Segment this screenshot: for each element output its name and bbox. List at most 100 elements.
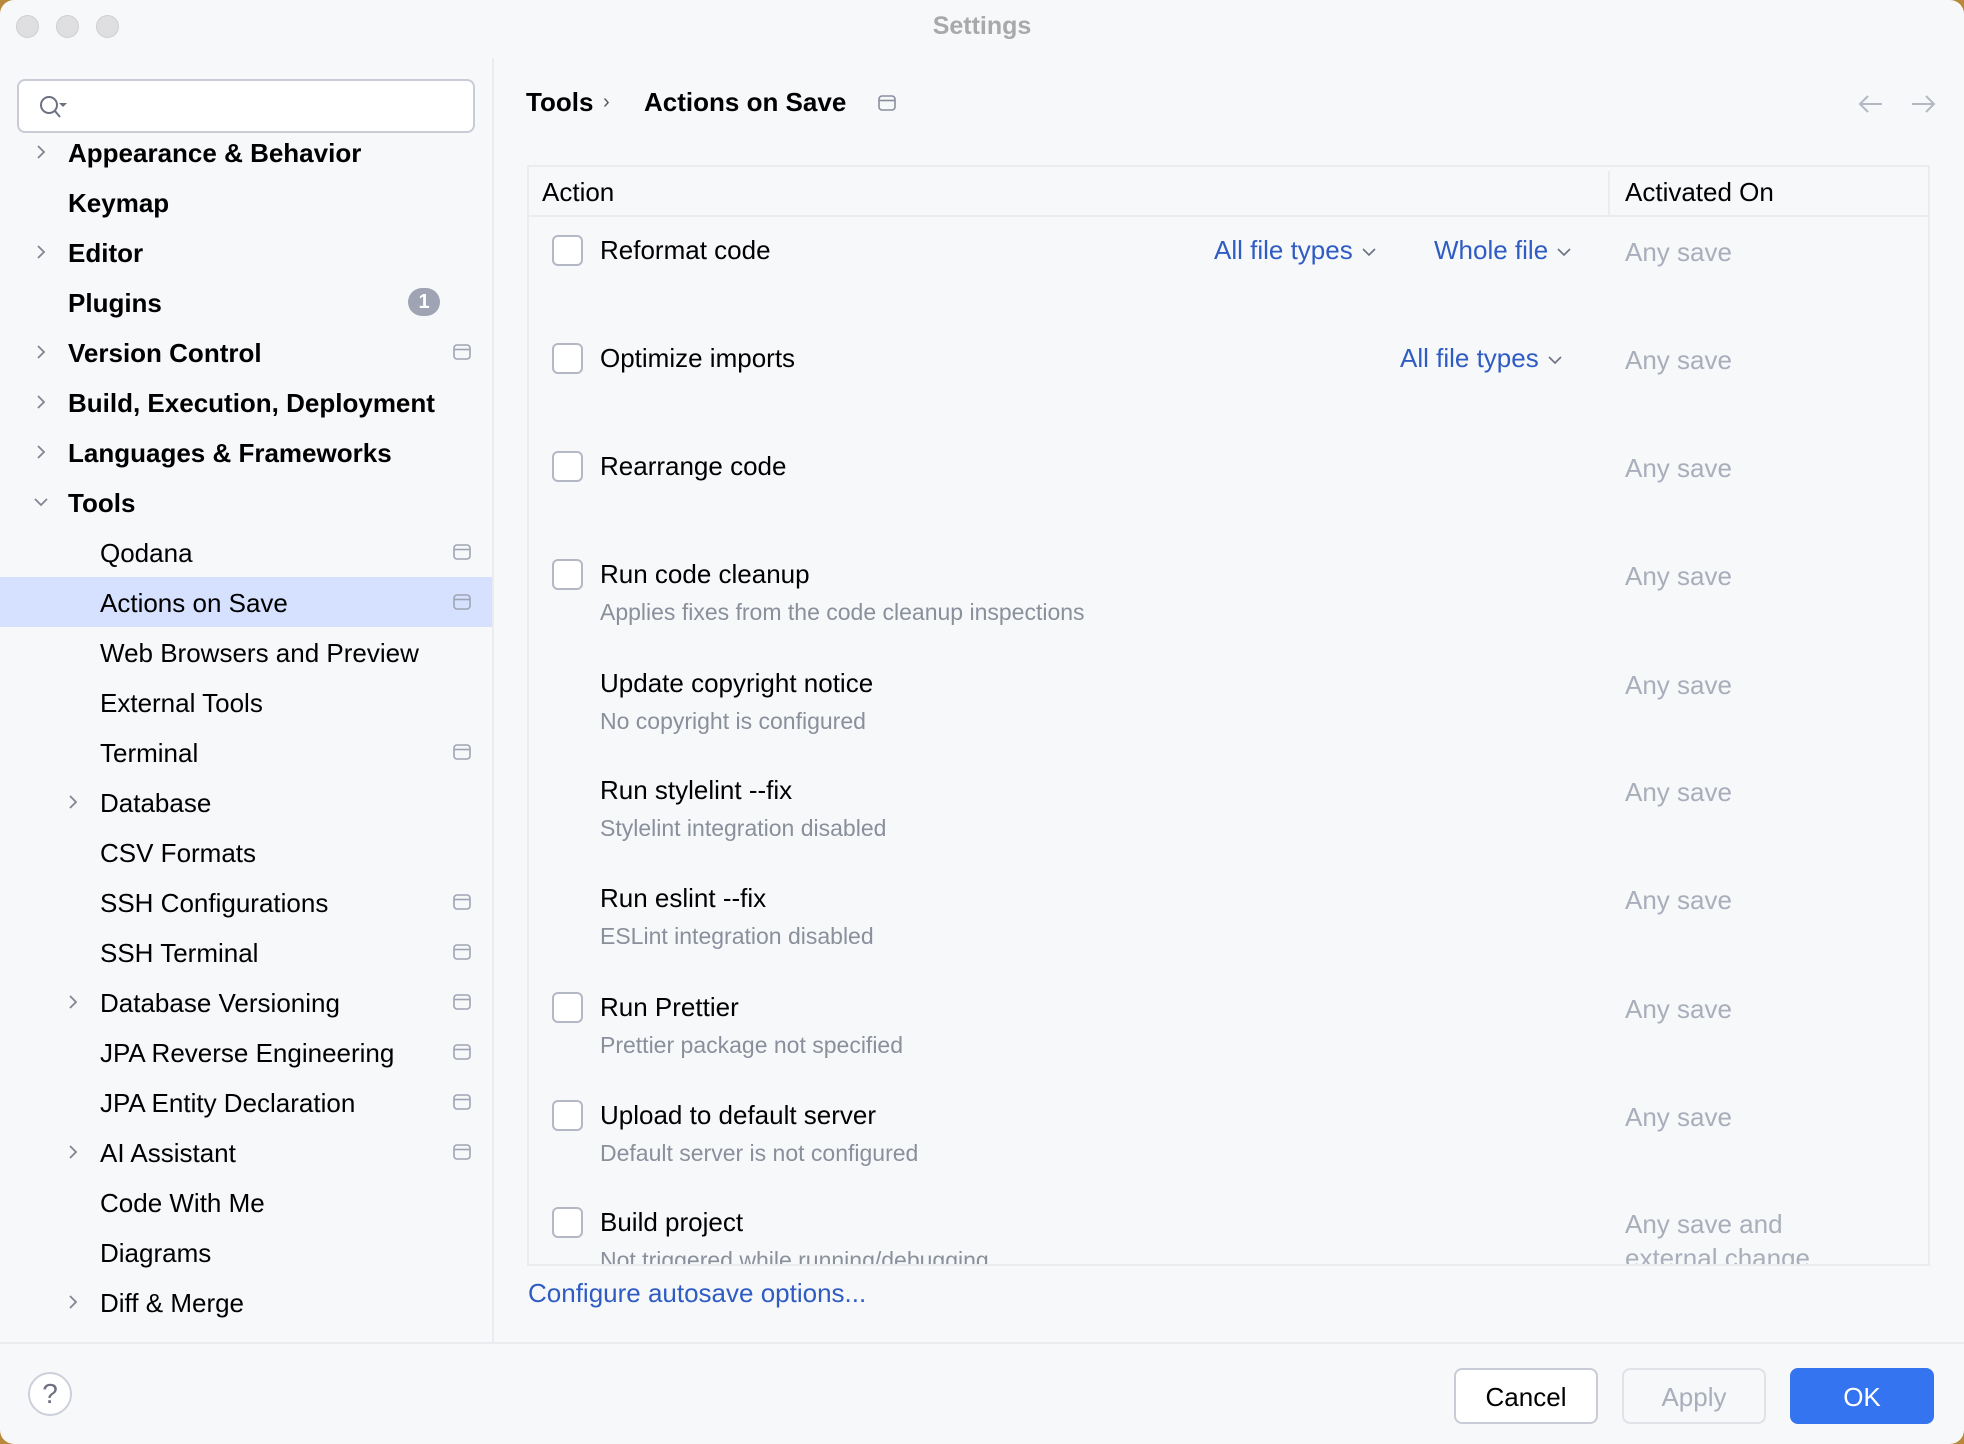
chevron-right-icon[interactable] bbox=[31, 242, 51, 262]
project-scope-icon bbox=[453, 1144, 471, 1160]
sidebar-item-code-with-me[interactable]: Code With Me bbox=[0, 1177, 492, 1227]
activated-on-value: Any save bbox=[1625, 237, 1732, 267]
sidebar-item-label: Tools bbox=[68, 488, 136, 518]
sidebar-item-database[interactable]: Database bbox=[0, 777, 492, 827]
sidebar-item-tools[interactable]: Tools bbox=[0, 477, 492, 527]
sidebar-item-label: Diagrams bbox=[100, 1238, 212, 1268]
action-label[interactable]: Run Prettier bbox=[600, 992, 739, 1023]
search-input[interactable] bbox=[79, 87, 463, 127]
column-header-action[interactable]: Action bbox=[542, 177, 614, 208]
action-label: Update copyright notice bbox=[600, 668, 874, 698]
sidebar-item-csv-formats[interactable]: CSV Formats bbox=[0, 827, 492, 877]
sidebar-item-version-control[interactable]: Version Control bbox=[0, 327, 492, 377]
action-description: Prettier package not specified bbox=[600, 1032, 904, 1058]
back-arrow-icon[interactable] bbox=[1856, 92, 1886, 116]
action-checkbox-rearrange-code[interactable] bbox=[552, 451, 583, 482]
sidebar-item-label: Web Browsers and Preview bbox=[100, 638, 419, 668]
action-checkbox-upload-to-default-server[interactable] bbox=[552, 1100, 583, 1131]
breadcrumb-separator: › bbox=[603, 91, 610, 113]
sidebar-item-ai-assistant[interactable]: AI Assistant bbox=[0, 1127, 492, 1177]
sidebar-item-label: Diff & Merge bbox=[100, 1288, 245, 1318]
action-description: Applies fixes from the code cleanup insp… bbox=[600, 599, 1085, 625]
sidebar-item-external-tools[interactable]: External Tools bbox=[0, 677, 492, 727]
sidebar-item-diagrams[interactable]: Diagrams bbox=[0, 1227, 492, 1277]
sidebar-item-qodana[interactable]: Qodana bbox=[0, 527, 492, 577]
sidebar-item-ssh-terminal[interactable]: SSH Terminal bbox=[0, 927, 492, 977]
dropdown-all-file-types[interactable]: All file types bbox=[1400, 343, 1563, 374]
chevron-right-icon[interactable] bbox=[31, 392, 51, 412]
chevron-right-icon[interactable] bbox=[63, 992, 83, 1012]
apply-button[interactable]: Apply bbox=[1622, 1368, 1766, 1424]
action-label[interactable]: Upload to default server bbox=[600, 1100, 876, 1131]
sidebar-item-appearance-behavior[interactable]: Appearance & Behavior bbox=[0, 127, 492, 177]
sidebar-item-label: Languages & Frameworks bbox=[68, 438, 392, 468]
chevron-right-icon[interactable] bbox=[31, 442, 51, 462]
sidebar-item-jpa-entity-declaration[interactable]: JPA Entity Declaration bbox=[0, 1077, 492, 1127]
sidebar-item-keymap[interactable]: Keymap bbox=[0, 177, 492, 227]
window-title: Settings bbox=[932, 12, 1032, 40]
sidebar-item-diff-merge[interactable]: Diff & Merge bbox=[0, 1277, 492, 1327]
table-row: Build project Not triggered while running… bbox=[529, 1207, 1928, 1266]
breadcrumb-parent[interactable]: Tools bbox=[526, 87, 593, 118]
action-label: Run stylelint --fix bbox=[600, 775, 793, 805]
sidebar-item-label: SSH Configurations bbox=[100, 888, 329, 918]
sidebar-item-jpa-reverse-engineering[interactable]: JPA Reverse Engineering bbox=[0, 1027, 492, 1077]
sidebar-item-label: Keymap bbox=[68, 188, 170, 218]
sidebar-item-label: AI Assistant bbox=[100, 1138, 236, 1168]
search-icon bbox=[40, 96, 67, 118]
chevron-down-icon[interactable] bbox=[31, 492, 51, 512]
action-label[interactable]: Build project bbox=[600, 1207, 743, 1238]
sidebar-item-build-execution-deployment[interactable]: Build, Execution, Deployment bbox=[0, 377, 492, 427]
action-checkbox-reformat-code[interactable] bbox=[552, 235, 583, 266]
action-checkbox-run-code-cleanup[interactable] bbox=[552, 559, 583, 590]
sidebar-item-editor[interactable]: Editor bbox=[0, 227, 492, 277]
ok-button[interactable]: OK bbox=[1790, 1368, 1934, 1424]
chevron-right-icon[interactable] bbox=[31, 342, 51, 362]
forward-arrow-icon[interactable] bbox=[1908, 92, 1938, 116]
sidebar-item-label: Editor bbox=[68, 238, 144, 268]
cancel-button[interactable]: Cancel bbox=[1454, 1368, 1598, 1424]
action-label: Run eslint --fix bbox=[600, 883, 767, 913]
project-scope-icon bbox=[453, 944, 471, 960]
update-count-badge: 1 bbox=[408, 288, 440, 316]
action-description: Not triggered while running/debugging bbox=[600, 1247, 989, 1266]
table-header: Action Activated On bbox=[529, 167, 1928, 217]
chevron-right-icon[interactable] bbox=[63, 1292, 83, 1312]
configure-autosave-link[interactable]: Configure autosave options... bbox=[528, 1278, 866, 1309]
dropdown-whole-file[interactable]: Whole file bbox=[1434, 235, 1572, 266]
search-field[interactable] bbox=[17, 79, 475, 133]
chevron-right-icon[interactable] bbox=[63, 1142, 83, 1162]
sidebar-item-terminal[interactable]: Terminal bbox=[0, 727, 492, 777]
sidebar-item-web-browsers-and-preview[interactable]: Web Browsers and Preview bbox=[0, 627, 492, 677]
sidebar-item-plugins[interactable]: Plugins 1 bbox=[0, 277, 492, 327]
action-label[interactable]: Run code cleanup bbox=[600, 559, 810, 590]
action-description: Default server is not configured bbox=[600, 1140, 919, 1166]
action-label[interactable]: Reformat code bbox=[600, 235, 771, 266]
sidebar-item-label: CSV Formats bbox=[100, 838, 257, 868]
sidebar-item-label: Qodana bbox=[100, 538, 193, 568]
breadcrumb-current: Actions on Save bbox=[644, 87, 847, 117]
sidebar-item-ssh-configurations[interactable]: SSH Configurations bbox=[0, 877, 492, 927]
sidebar-item-label: Database bbox=[100, 788, 212, 818]
help-button[interactable]: ? bbox=[28, 1372, 72, 1416]
sidebar-item-database-versioning[interactable]: Database Versioning bbox=[0, 977, 492, 1027]
sidebar-item-languages-frameworks[interactable]: Languages & Frameworks bbox=[0, 427, 492, 477]
activated-on-value: Any save bbox=[1625, 994, 1732, 1024]
column-header-activated-on[interactable]: Activated On bbox=[1625, 177, 1774, 208]
sidebar-item-label: Version Control bbox=[68, 338, 262, 368]
chevron-right-icon[interactable] bbox=[63, 792, 83, 812]
action-checkbox-run-prettier[interactable] bbox=[552, 992, 583, 1023]
action-checkbox-optimize-imports[interactable] bbox=[552, 343, 583, 374]
title-bar: Settings bbox=[0, 0, 1964, 54]
action-label[interactable]: Rearrange code bbox=[600, 451, 786, 482]
dropdown-all-file-types[interactable]: All file types bbox=[1214, 235, 1377, 266]
chevron-right-icon[interactable] bbox=[31, 142, 51, 162]
sidebar-item-label: JPA Entity Declaration bbox=[100, 1088, 356, 1118]
activated-on-value: Any save bbox=[1625, 1102, 1732, 1132]
action-checkbox-build-project[interactable] bbox=[552, 1207, 583, 1238]
sidebar-item-actions-on-save[interactable]: Actions on Save bbox=[0, 577, 492, 627]
action-label[interactable]: Optimize imports bbox=[600, 343, 795, 374]
table-row: Run code cleanup Applies fixes from the c… bbox=[529, 559, 1928, 683]
project-scope-icon bbox=[453, 344, 471, 360]
column-divider[interactable] bbox=[1608, 171, 1610, 215]
